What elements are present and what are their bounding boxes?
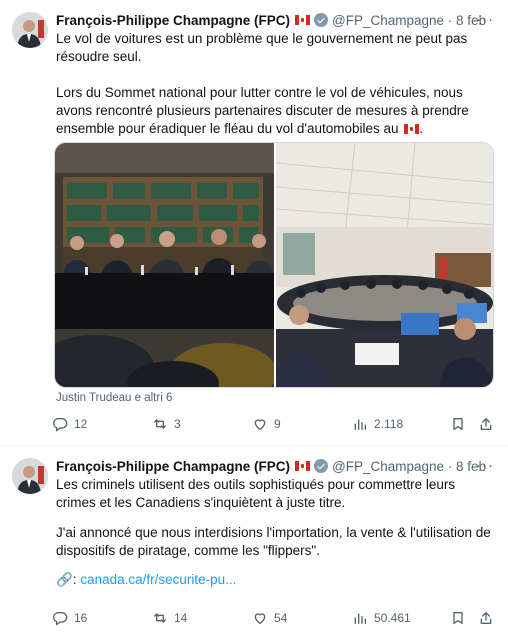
like-count: 9 (274, 417, 281, 431)
bookmark-button[interactable] (450, 416, 472, 432)
repost-button[interactable]: 3 (152, 416, 181, 432)
bookmark-icon (453, 418, 463, 430)
tweet-text-paragraph: J'ai annoncé que nous interdisions l'imp… (56, 525, 491, 558)
tweet[interactable]: François-Philippe Champagne (FPC) @FP_Ch… (0, 0, 508, 446)
avatar-photo (12, 458, 48, 494)
tweet-header: François-Philippe Champagne (FPC) @FP_Ch… (56, 457, 486, 475)
tweet-text-paragraph: Lors du Sommet national pour lutter cont… (56, 85, 469, 136)
photo-meeting-room (275, 143, 493, 387)
media-grid[interactable] (54, 142, 494, 388)
repost-button[interactable]: 14 (152, 610, 187, 626)
tweet-header: François-Philippe Champagne (FPC) @FP_Ch… (56, 11, 486, 29)
views-button[interactable]: 50.461 (352, 610, 411, 626)
reply-icon (53, 612, 68, 626)
reply-button[interactable]: 12 (52, 416, 87, 432)
repost-count: 3 (174, 417, 181, 431)
verified-icon (314, 13, 329, 27)
repost-icon (154, 419, 166, 429)
reply-icon (53, 418, 68, 432)
photo-panel (55, 143, 277, 387)
bookmark-button[interactable] (450, 610, 472, 626)
tweet-text: Les criminels utilisent des outils sophi… (56, 477, 456, 510)
author-name[interactable]: François-Philippe Champagne (FPC) (56, 459, 290, 474)
reply-button[interactable]: 16 (52, 610, 87, 626)
views-count: 2.118 (374, 417, 404, 431)
avatar[interactable] (12, 458, 48, 494)
share-button[interactable] (478, 610, 500, 626)
like-button[interactable]: 54 (252, 610, 287, 626)
like-button[interactable]: 9 (252, 416, 281, 432)
reply-count: 16 (74, 611, 88, 625)
canada-flag-icon (295, 461, 311, 471)
author-handle[interactable]: @FP_Champagne (332, 459, 444, 474)
tweet-link-line: 🔗: canada.ca/fr/securite-pu... (56, 572, 236, 588)
tweet-actions: 16 14 54 50.461 (52, 610, 498, 630)
summit-photos (55, 143, 493, 387)
tweet-actions: 12 3 9 2.118 (52, 416, 498, 436)
tweet-link[interactable]: canada.ca/fr/securite-pu... (80, 572, 236, 587)
canada-flag-icon (295, 15, 311, 25)
share-icon (480, 612, 492, 624)
bookmark-icon (453, 612, 463, 624)
like-count: 54 (274, 611, 288, 625)
link-icon: 🔗: (56, 572, 77, 587)
more-icon[interactable]: ··· (476, 457, 494, 474)
like-icon (254, 613, 266, 624)
author-name[interactable]: François-Philippe Champagne (FPC) (56, 13, 290, 28)
avatar-photo (12, 12, 48, 48)
avatar[interactable] (12, 12, 48, 48)
share-button[interactable] (478, 416, 500, 432)
dot-separator: · (444, 458, 457, 474)
tagged-people[interactable]: Justin Trudeau e altri 6 (56, 392, 172, 404)
views-button[interactable]: 2.118 (352, 416, 403, 432)
verified-icon (314, 459, 329, 473)
author-handle[interactable]: @FP_Champagne (332, 13, 444, 28)
tweet[interactable]: François-Philippe Champagne (FPC) @FP_Ch… (0, 446, 508, 640)
repost-icon (154, 613, 166, 623)
more-icon[interactable]: ··· (476, 11, 494, 28)
like-icon (254, 419, 266, 430)
canada-flag-icon (404, 124, 420, 134)
views-icon (354, 613, 366, 624)
tweet-text: Le vol de voitures est un problème que l… (56, 31, 468, 64)
dot-separator: · (444, 12, 457, 28)
views-icon (354, 419, 366, 430)
views-count: 50.461 (374, 611, 411, 625)
repost-count: 14 (174, 611, 188, 625)
share-icon (480, 418, 492, 430)
reply-count: 12 (74, 417, 88, 431)
